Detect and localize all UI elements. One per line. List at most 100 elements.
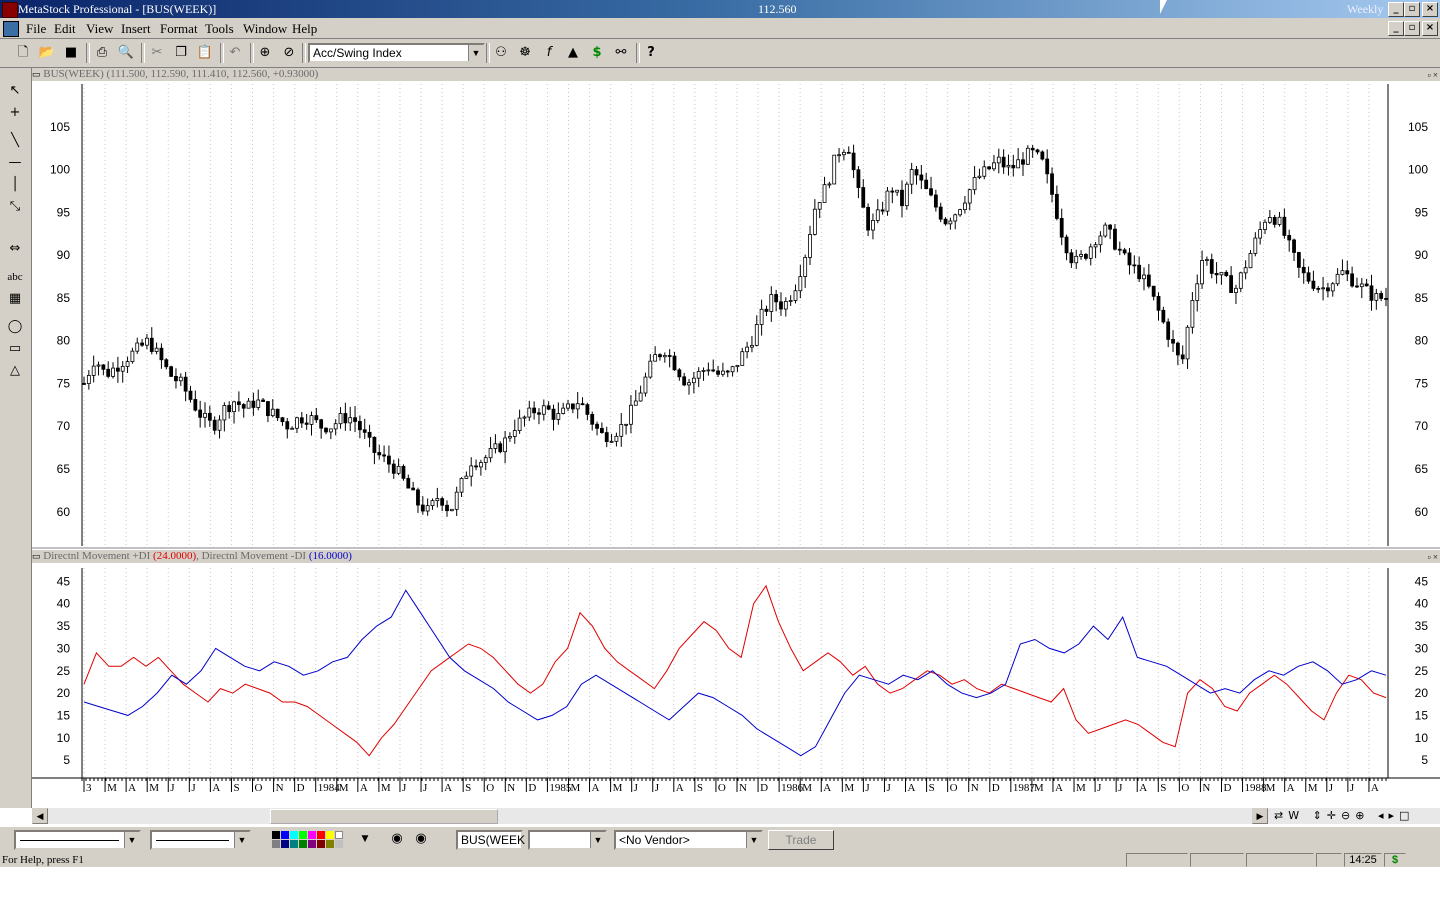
candle-body	[183, 376, 188, 392]
candle-body	[1234, 287, 1238, 293]
candle-body	[1282, 216, 1287, 236]
scroll-right-icon[interactable]: ▶	[1252, 808, 1268, 824]
candle-body	[740, 351, 745, 366]
undo-icon[interactable]: ↶	[226, 44, 244, 62]
rectangle-icon[interactable]: ▭	[5, 340, 25, 358]
chevron-down-icon[interactable]: ▼	[124, 832, 139, 848]
candle-body	[662, 355, 667, 358]
scroll-thumb[interactable]	[270, 809, 498, 824]
pane-control-icon[interactable]: ▫ ×	[1427, 69, 1438, 82]
chart-area[interactable]: 3 M A M J J A S O N D 1984 M A M J J A S O N D 1985 M A M J J A S O N D 1…	[32, 82, 1440, 808]
system-tester-icon[interactable]: ▲	[564, 44, 582, 62]
chevron-down-icon[interactable]: ▼	[356, 830, 374, 848]
chevron-down-icon[interactable]: ▼	[234, 832, 249, 848]
menu-format[interactable]: Format	[160, 21, 198, 37]
color-bucket-alt-icon[interactable]: ◉	[412, 830, 430, 848]
date-tick-label: O	[1181, 782, 1189, 794]
maximize-icon[interactable]: ▫	[1404, 2, 1420, 17]
candle-body	[382, 454, 386, 457]
chevron-down-icon[interactable]: ▼	[590, 832, 605, 848]
pointer-icon[interactable]: ↖	[5, 82, 25, 100]
paste-icon[interactable]: 📋	[196, 44, 214, 62]
candle-body	[517, 417, 522, 431]
explorer-icon[interactable]: ☸	[516, 44, 534, 62]
candle-body	[1011, 164, 1016, 169]
price-tick-label: 65	[1415, 462, 1429, 476]
candle-body	[1098, 235, 1103, 246]
candle-body	[445, 504, 449, 512]
date-tick-label: J	[655, 782, 660, 794]
trendline-icon[interactable]: ╲	[5, 132, 25, 150]
menu-tools[interactable]: Tools	[205, 21, 234, 37]
indicator-tick-label: 25	[1415, 664, 1429, 678]
color-palette[interactable]	[272, 831, 352, 849]
color-bucket-icon[interactable]: ◉	[388, 830, 406, 848]
cut-icon[interactable]: ✂	[148, 44, 166, 62]
symbol-field[interactable]: BUS(WEEK	[456, 830, 525, 850]
candle-body	[396, 465, 401, 474]
candle-body	[1016, 159, 1021, 169]
vendor-select[interactable]: <No Vendor> ▼	[614, 830, 763, 850]
print-preview-icon[interactable]: 🔍	[117, 44, 135, 62]
doc-minimize-icon[interactable]: _	[1388, 21, 1404, 36]
text-icon[interactable]: abc	[5, 268, 25, 286]
scroll-left-icon[interactable]: ◀	[32, 808, 48, 824]
trade-button[interactable]: Trade	[768, 830, 834, 850]
horizontal-line-icon[interactable]: —	[5, 154, 25, 172]
menu-view[interactable]: View	[86, 21, 113, 37]
candle-body	[367, 431, 372, 438]
doc-icon[interactable]	[3, 21, 19, 37]
candle-body	[551, 408, 556, 420]
candle-body	[774, 294, 779, 303]
expert-icon[interactable]: ⚇	[492, 44, 510, 62]
price-pane-header: ▭ BUS(WEEK) (111.500, 112.590, 111.410, …	[32, 68, 1440, 81]
doc-restore-icon[interactable]: ▫	[1404, 21, 1420, 36]
chevron-down-icon[interactable]: ▼	[746, 832, 761, 848]
candle-body	[498, 443, 503, 453]
new-icon[interactable]: 🗋	[14, 44, 32, 62]
dollar-icon[interactable]: $	[588, 44, 606, 62]
formula-icon[interactable]: f	[540, 44, 558, 62]
save-icon[interactable]: ■	[62, 44, 80, 62]
menu-edit[interactable]: Edit	[54, 21, 76, 37]
mouse-cursor-icon	[1160, 0, 1167, 14]
line-style-select[interactable]: ▼	[14, 830, 141, 850]
help-icon[interactable]: ?	[642, 44, 660, 62]
candle-body	[425, 505, 430, 512]
crosshair-tool-icon[interactable]: +	[5, 104, 25, 122]
crosshair-icon[interactable]: ⊕	[256, 44, 274, 62]
candle-body	[638, 392, 643, 402]
indicator-select[interactable]: Acc/Swing Index ▼	[308, 43, 485, 63]
candle-body	[1127, 252, 1132, 266]
candle-body	[667, 355, 672, 357]
price-pane-title: BUS(WEEK) (111.500, 112.590, 111.410, 11…	[43, 68, 319, 80]
triangle-icon[interactable]: △	[5, 362, 25, 380]
zoom-icon[interactable]: ⊘	[280, 44, 298, 62]
print-icon[interactable]: ⎙	[93, 44, 111, 62]
ellipse-icon[interactable]: ◯	[5, 318, 25, 336]
minimize-icon[interactable]: _	[1388, 2, 1404, 17]
grid-icon[interactable]: ▦	[5, 290, 25, 308]
copy-icon[interactable]: ❐	[172, 44, 190, 62]
candle-body	[793, 290, 798, 301]
line-weight-select[interactable]: ▼	[150, 830, 251, 850]
cycle-icon[interactable]: ⇔	[5, 240, 25, 258]
menu-window[interactable]: Window	[243, 21, 287, 37]
chevron-down-icon[interactable]: ▼	[468, 45, 483, 61]
doc-close-icon[interactable]: ×	[1422, 21, 1438, 36]
horizontal-scrollbar[interactable]: ◀ ▶ ⇄W ⇕✛⊖⊕ ◂▸□	[32, 808, 1440, 824]
menu-help[interactable]: Help	[292, 21, 317, 37]
open-icon[interactable]: 📂	[38, 44, 56, 62]
menu-insert[interactable]: Insert	[121, 21, 151, 37]
fibonacci-icon[interactable]: ⤡	[5, 198, 25, 216]
zoom-controls[interactable]: ⇄W ⇕✛⊖⊕ ◂▸□	[1274, 808, 1434, 824]
binoculars-icon[interactable]: ⚯	[612, 44, 630, 62]
close-icon[interactable]: ×	[1422, 2, 1438, 17]
app-icon[interactable]	[2, 2, 18, 18]
menu-file[interactable]: File	[26, 21, 46, 37]
vertical-line-icon[interactable]: │	[5, 176, 25, 194]
period-select[interactable]: ▼	[528, 830, 607, 850]
candle-body	[1292, 239, 1296, 253]
indicator-tick-label: 20	[1415, 686, 1429, 700]
candle-body	[106, 368, 111, 377]
